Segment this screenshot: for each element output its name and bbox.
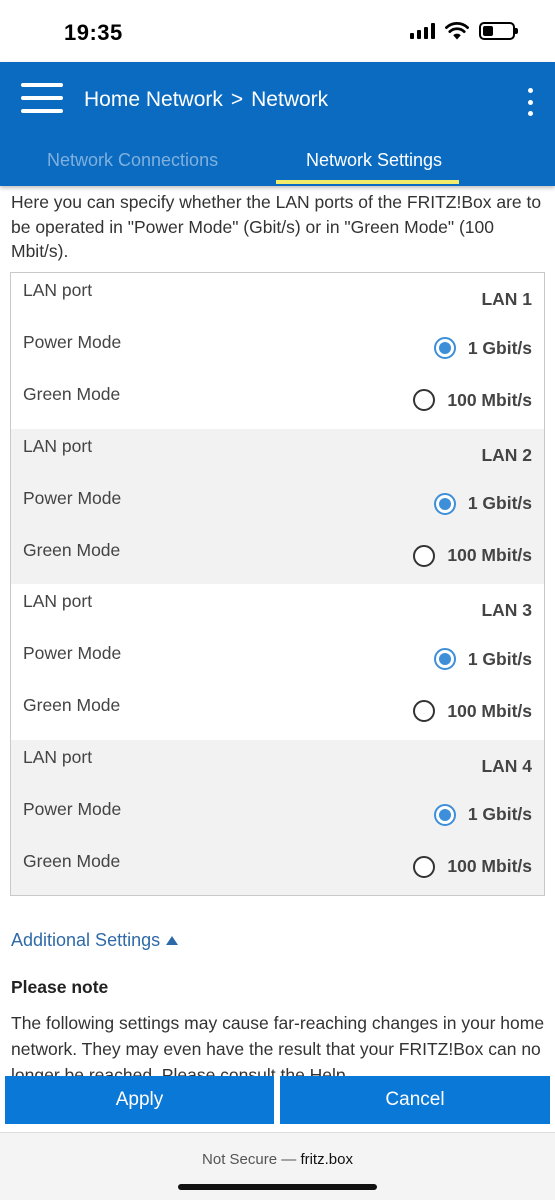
- power-mode-value: 1 Gbit/s: [467, 493, 532, 513]
- tab-bar: Network Connections Network Settings: [0, 146, 555, 186]
- lan-port-group: LAN port LAN 3 Power Mode 1 Gbit/s Green…: [11, 584, 544, 740]
- power-mode-label: Power Mode: [23, 798, 122, 819]
- additional-settings-link[interactable]: Additional Settings: [11, 930, 179, 951]
- breadcrumb-separator-icon: >: [230, 88, 244, 111]
- action-bar: Apply Cancel: [0, 1076, 555, 1132]
- status-bar: 19:35: [0, 0, 555, 62]
- table-row: Green Mode 100 Mbit/s: [11, 844, 544, 896]
- power-mode-option[interactable]: 1 Gbit/s: [433, 337, 532, 359]
- lan-port-name: LAN 3: [481, 600, 532, 620]
- lan-port-label: LAN port: [23, 435, 93, 456]
- status-time: 19:35: [64, 20, 123, 45]
- power-mode-value: 1 Gbit/s: [467, 804, 532, 824]
- table-row: Power Mode 1 Gbit/s: [11, 325, 544, 377]
- power-mode-value: 1 Gbit/s: [467, 648, 532, 669]
- lan-port-name: LAN 2: [481, 444, 532, 465]
- green-mode-label: Green Mode: [23, 539, 121, 560]
- cellular-signal-icon: [410, 23, 435, 39]
- browser-address-bar[interactable]: Not Secure — fritz.box: [0, 1132, 555, 1200]
- power-mode-option[interactable]: 1 Gbit/s: [433, 492, 532, 515]
- app-header: Home Network > Network Network Connectio…: [0, 62, 555, 186]
- table-row: Green Mode 100 Mbit/s: [11, 533, 544, 585]
- tab-network-settings[interactable]: Network Settings: [306, 150, 442, 171]
- green-mode-label: Green Mode: [23, 695, 121, 715]
- lan-ports-table: LAN port LAN 1 Power Mode 1 Gbit/s Green…: [10, 272, 545, 896]
- green-mode-value: 100 Mbit/s: [447, 389, 532, 410]
- status-icons: [410, 22, 518, 40]
- power-mode-option[interactable]: 1 Gbit/s: [433, 803, 532, 826]
- note-title: Please note: [11, 977, 109, 997]
- lan-port-group: LAN port LAN 4 Power Mode 1 Gbit/s Green…: [11, 739, 544, 896]
- lan-port-group: LAN port LAN 1 Power Mode 1 Gbit/s Green…: [11, 273, 544, 429]
- green-mode-value: 100 Mbit/s: [447, 856, 532, 876]
- green-mode-radio[interactable]: [413, 855, 436, 878]
- green-mode-radio[interactable]: [413, 544, 436, 567]
- table-row: Power Mode 1 Gbit/s: [11, 481, 544, 533]
- note-text: The following settings may cause far-rea…: [11, 1013, 545, 1076]
- power-mode-label: Power Mode: [23, 643, 122, 663]
- lan-port-label: LAN port: [23, 280, 93, 300]
- power-mode-option[interactable]: 1 Gbit/s: [433, 648, 532, 670]
- green-mode-option[interactable]: 100 Mbit/s: [413, 700, 532, 722]
- lan-port-label: LAN port: [23, 746, 93, 767]
- battery-icon: [479, 22, 518, 40]
- breadcrumb: Home Network > Network: [84, 88, 328, 112]
- green-mode-label: Green Mode: [23, 384, 121, 404]
- power-mode-radio[interactable]: [433, 803, 456, 826]
- green-mode-label: Green Mode: [23, 850, 121, 871]
- collapse-triangle-icon: [166, 936, 179, 945]
- intro-text: Here you can specify whether the LAN por…: [11, 192, 542, 261]
- table-row: LAN port LAN 4: [11, 740, 544, 792]
- green-mode-radio[interactable]: [413, 389, 436, 411]
- lan-port-name: LAN 4: [481, 755, 532, 776]
- green-mode-option[interactable]: 100 Mbit/s: [413, 855, 532, 878]
- power-mode-radio[interactable]: [433, 648, 456, 670]
- apply-button[interactable]: Apply: [5, 1076, 274, 1124]
- tab-network-connections[interactable]: Network Connections: [47, 150, 218, 171]
- home-indicator[interactable]: [178, 1184, 377, 1190]
- breadcrumb-current: Network: [251, 88, 329, 111]
- table-row: Green Mode 100 Mbit/s: [11, 377, 544, 429]
- lan-port-name: LAN 1: [481, 289, 532, 309]
- active-tab-indicator: [276, 180, 459, 184]
- table-row: Green Mode 100 Mbit/s: [11, 688, 544, 740]
- power-mode-label: Power Mode: [23, 487, 122, 508]
- more-options-icon[interactable]: [525, 88, 535, 116]
- power-mode-label: Power Mode: [23, 332, 122, 352]
- address-text[interactable]: Not Secure — fritz.box: [0, 1151, 555, 1168]
- wifi-icon: [445, 22, 469, 40]
- power-mode-radio[interactable]: [433, 492, 456, 515]
- power-mode-value: 1 Gbit/s: [467, 337, 532, 358]
- green-mode-option[interactable]: 100 Mbit/s: [413, 544, 532, 567]
- green-mode-value: 100 Mbit/s: [447, 545, 532, 565]
- cancel-button[interactable]: Cancel: [280, 1076, 550, 1124]
- power-mode-radio[interactable]: [433, 337, 456, 359]
- table-row: Power Mode 1 Gbit/s: [11, 636, 544, 688]
- table-row: Power Mode 1 Gbit/s: [11, 792, 544, 844]
- menu-icon[interactable]: [21, 83, 63, 117]
- domain-name: fritz.box: [300, 1151, 353, 1168]
- lan-port-label: LAN port: [23, 591, 93, 611]
- security-status: Not Secure —: [202, 1151, 297, 1168]
- lan-port-group: LAN port LAN 2 Power Mode 1 Gbit/s Green…: [11, 428, 544, 585]
- table-row: LAN port LAN 1: [11, 273, 544, 325]
- main-content: Here you can specify whether the LAN por…: [0, 186, 555, 1076]
- green-mode-option[interactable]: 100 Mbit/s: [413, 389, 532, 411]
- additional-settings-label: Additional Settings: [11, 930, 161, 950]
- table-row: LAN port LAN 2: [11, 429, 544, 481]
- breadcrumb-parent[interactable]: Home Network: [84, 88, 223, 112]
- green-mode-value: 100 Mbit/s: [447, 700, 532, 721]
- green-mode-radio[interactable]: [413, 700, 436, 722]
- table-row: LAN port LAN 3: [11, 584, 544, 636]
